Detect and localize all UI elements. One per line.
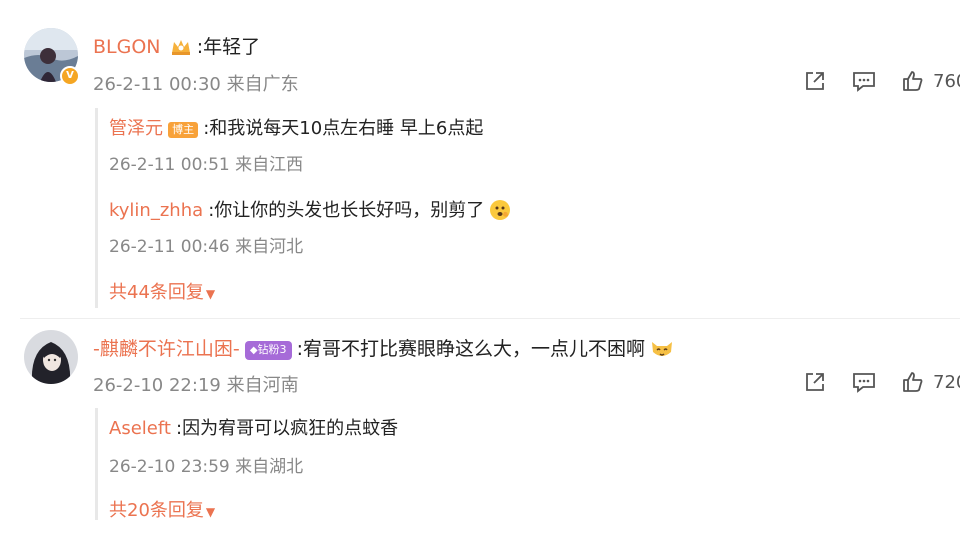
comment-button[interactable]	[851, 69, 877, 93]
diamond-icon: ◆	[249, 345, 258, 356]
reply-username[interactable]: kylin_zhha	[109, 200, 203, 221]
reply-meta: 26-2-11 00:46 来自河北	[109, 237, 304, 257]
more-replies-link[interactable]: 共20条回复 ▼	[109, 496, 215, 522]
author-badge: 博主	[168, 121, 199, 138]
like-icon	[903, 372, 923, 392]
chevron-down-icon: ▼	[205, 505, 216, 519]
comment-header: -麒麟不许江山困- ◆钻粉3 :宥哥不打比赛眼睁这么大，一点儿不困啊	[93, 334, 674, 364]
like-count: 720	[933, 371, 960, 393]
reply-meta: 26-2-10 23:59 来自湖北	[109, 457, 304, 477]
reply-text: :和我说每天10点左右睡 早上6点起	[203, 118, 484, 139]
reply-username[interactable]: Aseleft	[109, 418, 171, 439]
comment-meta: 26-2-10 22:19 来自河南	[93, 375, 299, 396]
crown-badge-icon	[170, 37, 192, 61]
share-icon	[806, 373, 824, 391]
reply-divider	[95, 108, 98, 308]
reply-divider	[95, 408, 98, 520]
emoji-icon	[489, 199, 511, 225]
reply-header: 管泽元 博主 :和我说每天10点左右睡 早上6点起	[109, 114, 483, 140]
like-count: 760	[933, 70, 960, 92]
share-button[interactable]	[803, 69, 827, 93]
comment-button[interactable]	[851, 370, 877, 394]
share-icon	[806, 72, 824, 90]
comment-username[interactable]: -麒麟不许江山困-	[93, 338, 240, 360]
comment-page: { "comments": [ { "username": "BLGON", "…	[0, 0, 960, 534]
comment-divider	[20, 318, 960, 319]
comment-actions: 720	[803, 370, 960, 394]
fan-badge: ◆钻粉3	[244, 341, 292, 360]
chevron-down-icon: ▼	[205, 287, 216, 301]
reply-header: kylin_zhha :你让你的头发也长长好吗，别剪了	[109, 196, 511, 225]
reply-text: :因为宥哥可以疯狂的点蚊香	[176, 418, 399, 439]
reply-text: :你让你的头发也长长好吗，别剪了	[208, 200, 485, 221]
comment-actions: 760	[803, 69, 960, 93]
reply-meta: 26-2-11 00:51 来自江西	[109, 155, 304, 175]
avatar[interactable]	[24, 330, 78, 384]
like-button[interactable]: 760	[901, 69, 960, 93]
reply-header: Aseleft :因为宥哥可以疯狂的点蚊香	[109, 414, 398, 440]
fan-badge-label: 钻粉3	[257, 343, 287, 356]
comment-text: :宥哥不打比赛眼睁这么大，一点儿不困啊	[296, 338, 646, 360]
share-button[interactable]	[803, 370, 827, 394]
emoji-icon	[650, 338, 674, 364]
like-icon	[903, 71, 923, 91]
comment-username[interactable]: BLGON	[93, 36, 161, 58]
reply-username[interactable]: 管泽元	[109, 118, 163, 139]
more-replies-link[interactable]: 共44条回复 ▼	[109, 278, 215, 304]
comment-header: BLGON :年轻了	[93, 32, 260, 61]
more-replies-label: 共44条回复	[109, 282, 204, 303]
more-replies-label: 共20条回复	[109, 500, 204, 521]
comment-meta: 26-2-11 00:30 来自广东	[93, 74, 299, 95]
comment-icon	[853, 373, 875, 393]
like-button[interactable]: 720	[901, 370, 960, 394]
verified-icon: V	[60, 66, 80, 86]
comment-text: :年轻了	[196, 36, 261, 58]
comment-icon	[853, 72, 875, 92]
